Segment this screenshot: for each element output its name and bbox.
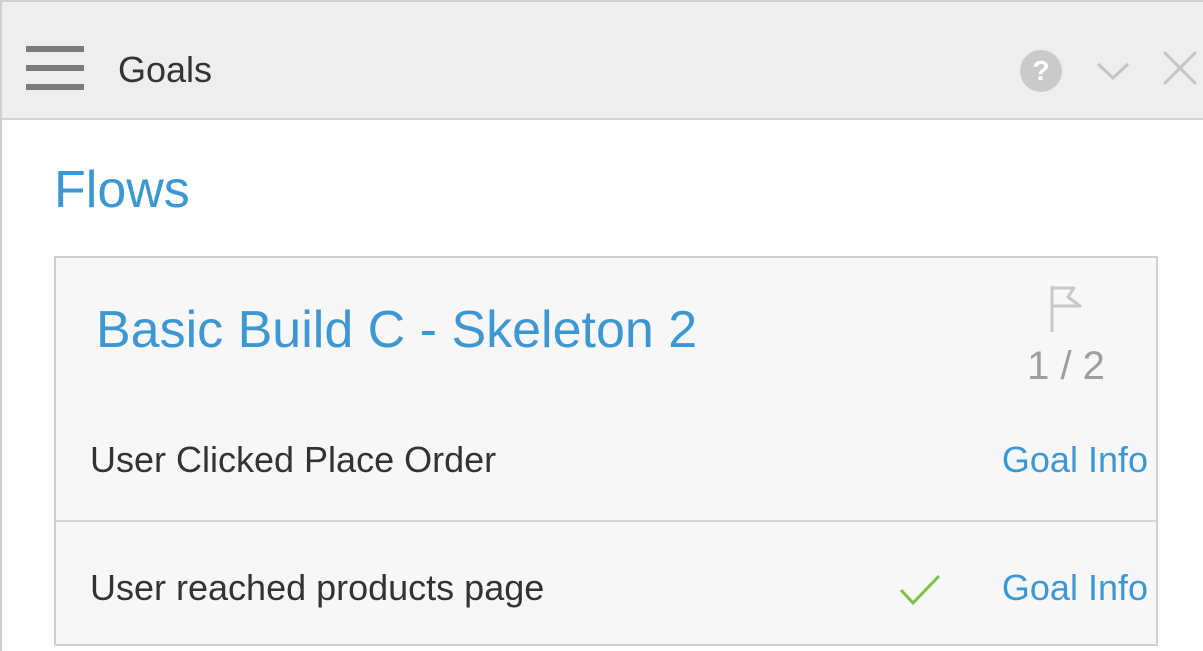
panel-header: Goals ?: [2, 2, 1203, 120]
goal-label: User reached products page: [90, 567, 545, 608]
goal-label: User Clicked Place Order: [90, 439, 497, 480]
flag-icon: [1050, 286, 1082, 332]
help-icon[interactable]: ?: [1020, 50, 1062, 92]
close-icon[interactable]: [1160, 48, 1200, 88]
section-title: Flows: [54, 161, 190, 219]
menu-icon-bar: [26, 65, 84, 71]
menu-icon[interactable]: [26, 46, 84, 92]
goal-row: User Clicked Place Order Goal Info: [56, 394, 1156, 520]
flow-progress: 1 / 2: [1027, 344, 1105, 388]
flow-card: Basic Build C - Skeleton 2 1 / 2 User Cl…: [54, 256, 1158, 646]
panel-title: Goals: [118, 49, 213, 90]
goal-info-link[interactable]: Goal Info: [1002, 566, 1148, 610]
goal-row: User reached products page Goal Info: [56, 520, 1156, 648]
menu-icon-bar: [26, 84, 84, 90]
chevron-down-icon[interactable]: [1094, 58, 1132, 84]
goal-info-link[interactable]: Goal Info: [1002, 438, 1148, 482]
flow-name-link[interactable]: Basic Build C - Skeleton 2: [96, 300, 697, 360]
goals-panel: Goals ? Flows Basic Build C - Skeleton 2…: [0, 0, 1203, 651]
menu-icon-bar: [26, 46, 84, 52]
check-icon: [899, 574, 941, 606]
